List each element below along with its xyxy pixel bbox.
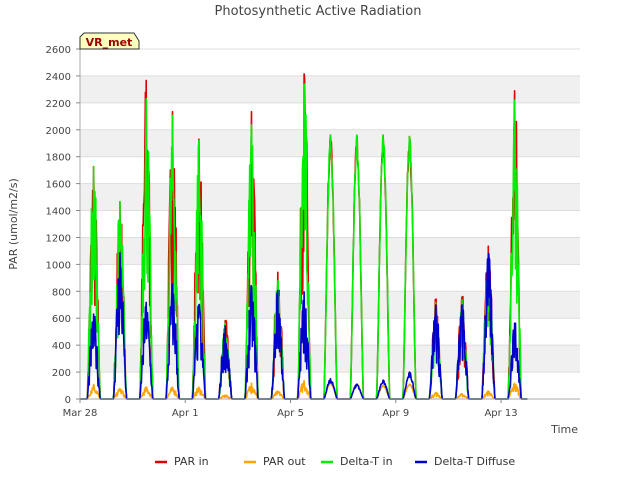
y-tick-label: 1800 — [46, 153, 71, 164]
plot-band — [80, 372, 580, 399]
par-chart: Photosynthetic Active Radiation 0 200 400 6… — [7, 4, 580, 468]
x-tick-label: Apr 9 — [382, 408, 409, 419]
y-tick-label: 1000 — [46, 260, 71, 271]
y-tick-labels: 0 200 400 600 800 1000 1200 1400 1600 1800 2000 220… — [46, 45, 80, 406]
plot-band — [80, 210, 580, 238]
legend-item-par_out: PAR out — [244, 455, 306, 468]
plot-band — [80, 237, 580, 265]
x-tick-label: Mar 28 — [63, 408, 98, 419]
badge-label: VR_met — [86, 36, 133, 49]
legend-item-par_in: PAR in — [155, 455, 209, 468]
y-tick-label: 2600 — [46, 45, 71, 56]
y-tick-label: 200 — [52, 368, 71, 379]
y-tick-label: 2000 — [46, 126, 71, 137]
x-tick-labels: Mar 28 Apr 1 Apr 5 Apr 9 Apr 13 — [63, 399, 518, 419]
x-axis-label: Time — [550, 423, 578, 436]
y-axis-label: PAR (umol/m2/s) — [7, 178, 20, 270]
y-tick-label: 2400 — [46, 72, 71, 83]
y-tick-label: 600 — [52, 314, 71, 325]
chart-title: Photosynthetic Active Radiation — [215, 4, 422, 19]
plot-band — [80, 75, 580, 103]
plot-band — [80, 49, 580, 76]
legend-label: PAR in — [174, 455, 209, 468]
legend-label: Delta-T in — [340, 455, 393, 468]
plot-background — [80, 49, 580, 399]
plot-band — [80, 345, 580, 373]
y-tick-label: 2200 — [46, 99, 71, 110]
y-tick-label: 1200 — [46, 233, 71, 244]
y-tick-label: 0 — [65, 395, 71, 406]
legend-item-diffuse: Delta-T Diffuse — [415, 455, 515, 468]
y-tick-label: 400 — [52, 341, 71, 352]
x-tick-label: Apr 1 — [172, 408, 199, 419]
legend: PAR in PAR out Delta-T in Delta-T Diffuse — [155, 455, 515, 468]
y-tick-label: 1400 — [46, 207, 71, 218]
x-tick-label: Apr 5 — [277, 408, 304, 419]
plot-band — [80, 102, 580, 130]
y-tick-label: 800 — [52, 287, 71, 298]
plot-band — [80, 264, 580, 292]
x-tick-label: Apr 13 — [484, 408, 517, 419]
plot-band — [80, 183, 580, 211]
legend-label: Delta-T Diffuse — [434, 455, 515, 468]
station-badge: VR_met — [79, 32, 140, 50]
plot-band — [80, 291, 580, 319]
legend-item-delta_t_in: Delta-T in — [321, 455, 393, 468]
y-tick-label: 1600 — [46, 180, 71, 191]
plot-band — [80, 318, 580, 346]
legend-label: PAR out — [263, 455, 306, 468]
